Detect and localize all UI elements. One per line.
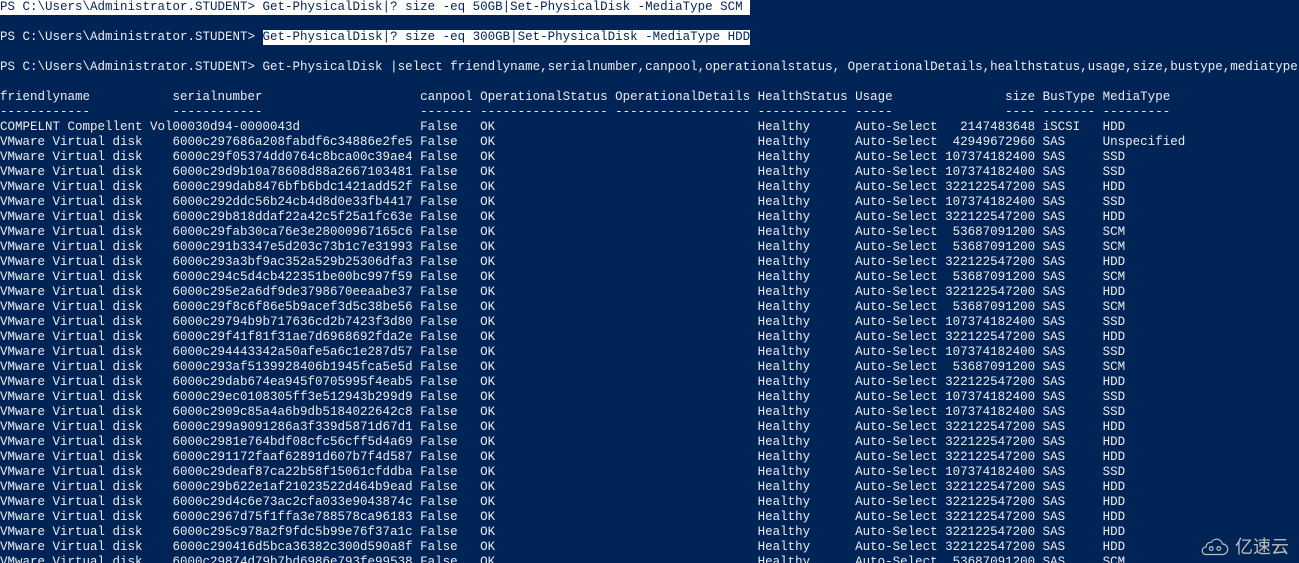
table-header: friendlyname serialnumber canpool Operat… — [0, 90, 1299, 105]
table-row: VMware Virtual disk 6000c29b622e1af21023… — [0, 480, 1299, 495]
table-row: VMware Virtual disk 6000c299a9091286a3f3… — [0, 420, 1299, 435]
watermark-text: 亿速云 — [1235, 540, 1289, 555]
table-row: VMware Virtual disk 6000c290416d5bca3638… — [0, 540, 1299, 555]
table-row: VMware Virtual disk 6000c29ec0108305ff3e… — [0, 390, 1299, 405]
table-row: VMware Virtual disk 6000c294c5d4cb422351… — [0, 270, 1299, 285]
cloud-icon — [1200, 537, 1230, 557]
table-row: VMware Virtual disk 6000c291b3347e5d203c… — [0, 240, 1299, 255]
table-row: COMPELNT Compellent Vol00030d94-0000043d… — [0, 120, 1299, 135]
table-row: VMware Virtual disk 6000c293a3bf9ac352a5… — [0, 255, 1299, 270]
terminal-output: PS C:\Users\Administrator.STUDENT> Get-P… — [0, 0, 1299, 563]
table-row: VMware Virtual disk 6000c293af5139928406… — [0, 360, 1299, 375]
table-row: VMware Virtual disk 6000c2967d75f1ffa3e7… — [0, 510, 1299, 525]
table-row: VMware Virtual disk 6000c29b818ddaf22a42… — [0, 210, 1299, 225]
table-row: VMware Virtual disk 6000c295c978a2f9fdc5… — [0, 525, 1299, 540]
table-row: VMware Virtual disk 6000c2981e764bdf08cf… — [0, 435, 1299, 450]
table-row: VMware Virtual disk 6000c29d4c6e73ac2cfa… — [0, 495, 1299, 510]
table-row: VMware Virtual disk 6000c29dab674ea945f0… — [0, 375, 1299, 390]
table-row: VMware Virtual disk 6000c29f41f81f31ae7d… — [0, 330, 1299, 345]
table-row: VMware Virtual disk 6000c29fab30ca76e3e2… — [0, 225, 1299, 240]
table-row: VMware Virtual disk 6000c299dab8476bfb6b… — [0, 180, 1299, 195]
blank — [0, 15, 1299, 30]
cmd-line-1[interactable]: PS C:\Users\Administrator.STUDENT> Get-P… — [0, 0, 1299, 15]
table-separator: ------------ ------------ ------- ------… — [0, 105, 1299, 120]
table-row: VMware Virtual disk 6000c297686a208fabdf… — [0, 135, 1299, 150]
table-row: VMware Virtual disk 6000c295e2a6df9de379… — [0, 285, 1299, 300]
table-row: VMware Virtual disk 6000c291172faaf62891… — [0, 450, 1299, 465]
cmd-line-2[interactable]: PS C:\Users\Administrator.STUDENT> Get-P… — [0, 30, 1299, 45]
cmd-line-3[interactable]: PS C:\Users\Administrator.STUDENT> Get-P… — [0, 60, 1299, 75]
blank — [0, 75, 1299, 90]
blank — [0, 45, 1299, 60]
table-row: VMware Virtual disk 6000c29874d79b7bd698… — [0, 555, 1299, 563]
watermark: 亿速云 — [1200, 537, 1289, 557]
table-row: VMware Virtual disk 6000c29f8c6f86e5b9ac… — [0, 300, 1299, 315]
table-row: VMware Virtual disk 6000c29794b9b717636c… — [0, 315, 1299, 330]
table-row: VMware Virtual disk 6000c29deaf87ca22b58… — [0, 465, 1299, 480]
table-row: VMware Virtual disk 6000c29f05374dd0764c… — [0, 150, 1299, 165]
table-row: VMware Virtual disk 6000c294443342a50afe… — [0, 345, 1299, 360]
table-row: VMware Virtual disk 6000c292ddc56b24cb4d… — [0, 195, 1299, 210]
table-row: VMware Virtual disk 6000c29d9b10a78608d8… — [0, 165, 1299, 180]
table-row: VMware Virtual disk 6000c2909c85a4a6b9db… — [0, 405, 1299, 420]
